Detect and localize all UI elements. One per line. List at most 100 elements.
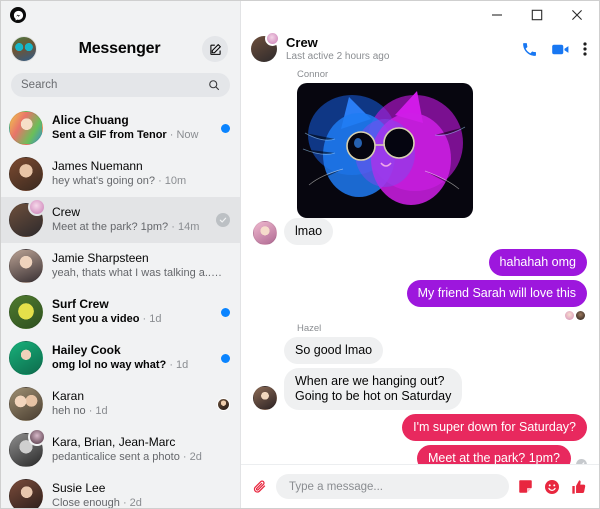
conversation-snippet: Meet at the park? 1pm? · 14m <box>52 220 210 235</box>
message-input[interactable]: Type a message... <box>276 474 509 499</box>
conversation-status <box>217 397 230 411</box>
conversation-avatar <box>9 249 43 283</box>
conversation-name: Alice Chuang <box>52 113 129 127</box>
message-bubble[interactable]: When are we hanging out? Going to be hot… <box>284 368 463 410</box>
conversation-status <box>221 353 230 363</box>
conversation-timestamp: · 2d <box>179 451 202 463</box>
like-button[interactable] <box>571 479 587 495</box>
message-sender-label: Hazel <box>297 323 322 334</box>
conversation-text: Alice Chuang Sent a GIF from Tenor · Now <box>52 113 215 143</box>
message-row: Meet at the park? 1pm? <box>253 445 587 464</box>
sticker-button[interactable] <box>518 479 533 494</box>
sticker-icon <box>519 480 532 493</box>
conversation-snippet: hey what's going on? · 10m <box>52 174 224 189</box>
neon-cat-photo <box>297 83 473 218</box>
conversation-item[interactable]: Hailey Cook omg lol no way what? · 1d <box>1 335 240 381</box>
conversation-item[interactable]: Susie Lee Close enough · 2d <box>1 473 240 508</box>
conversation-text: James Nuemann hey what's going on? · 10m <box>52 159 224 189</box>
message-bubble[interactable]: My friend Sarah will love this <box>406 280 587 307</box>
chat-status: Last active 2 hours ago <box>286 51 390 62</box>
conversation-item[interactable]: Karan heh no · 1d <box>1 381 240 427</box>
conversation-item[interactable]: Surf Crew Sent you a video · 1d <box>1 289 240 335</box>
conversation-text: Kara, Brian, Jean-Marc pedanticalice sent… <box>52 435 224 465</box>
chat-title-block: Crew Last active 2 hours ago <box>286 35 521 63</box>
conversation-timestamp: · 14m <box>168 221 200 233</box>
conversation-status <box>221 123 230 133</box>
conversation-text: Karan heh no · 1d <box>52 389 211 419</box>
snippet-text: Close enough <box>52 497 120 508</box>
conversation-timestamp: · 10m <box>155 175 187 187</box>
conversation-snippet: Sent a GIF from Tenor · Now <box>52 128 215 143</box>
message-row: My friend Sarah will love this <box>253 280 587 307</box>
chat-avatar <box>251 31 280 62</box>
message-avatar <box>253 221 277 245</box>
app-logo-bar <box>1 1 240 29</box>
sidebar-header: Messenger <box>1 29 240 69</box>
search-container: Search <box>1 69 240 105</box>
minimize-button[interactable] <box>477 2 517 28</box>
voice-call-button[interactable] <box>521 41 538 58</box>
thumbs-up-icon <box>572 479 586 494</box>
unread-dot-icon[interactable] <box>221 353 230 363</box>
chat-title: Crew <box>286 35 318 50</box>
video-call-button[interactable] <box>551 41 570 58</box>
message-bubble[interactable]: hahahah omg <box>488 249 587 276</box>
search-input[interactable]: Search <box>11 73 230 97</box>
conversation-timestamp: · Now <box>166 129 199 141</box>
message-bubble[interactable]: lmao <box>284 218 334 245</box>
conversation-name: Jamie Sharpsteen <box>52 251 149 265</box>
snippet-text: hey what's going on? <box>52 175 156 187</box>
seen-by-avatar <box>565 311 574 320</box>
attach-file-button[interactable] <box>252 479 267 495</box>
message-input-placeholder: Type a message... <box>289 480 383 493</box>
chat-options-button[interactable] <box>583 41 587 57</box>
conversation-item[interactable]: Crew Meet at the park? 1pm? · 14m <box>1 197 240 243</box>
conversation-avatar <box>9 295 43 329</box>
maximize-button[interactable] <box>517 2 557 28</box>
conversation-snippet: Close enough · 2d <box>52 496 224 508</box>
conversation-avatar <box>9 341 43 375</box>
conversation-name: Karan <box>52 389 85 403</box>
emoji-smiley-icon <box>545 479 559 494</box>
group-avatar-secondary <box>28 428 46 446</box>
emoji-button[interactable] <box>544 479 560 495</box>
message-row: lmao <box>253 218 587 245</box>
seen-by-avatar <box>217 397 230 411</box>
conversation-item[interactable]: Alice Chuang Sent a GIF from Tenor · Now <box>1 105 240 151</box>
conversation-name: Hailey Cook <box>52 343 121 357</box>
unread-dot-icon[interactable] <box>221 307 230 317</box>
compose-button[interactable] <box>202 36 228 62</box>
conversation-avatar <box>9 479 43 508</box>
message-bubble[interactable]: So good lmao <box>284 337 384 364</box>
message-row: When are we hanging out? Going to be hot… <box>253 368 587 410</box>
conversation-snippet: yeah, thats what I was talking a... · 4h <box>52 266 224 281</box>
conversation-name: Surf Crew <box>52 297 109 311</box>
delivered-check-icon <box>576 459 587 464</box>
message-row: So good lmao <box>253 337 587 364</box>
snippet-text: heh no <box>52 405 86 417</box>
message-thread[interactable]: Connor lmao hahahah omg My friend Sarah wil… <box>241 69 599 464</box>
user-avatar[interactable] <box>11 36 37 62</box>
message-image[interactable] <box>297 83 473 218</box>
close-button[interactable] <box>557 2 597 28</box>
conversation-item[interactable]: James Nuemann hey what's going on? · 10m <box>1 151 240 197</box>
conversation-list[interactable]: Alice Chuang Sent a GIF from Tenor · Now J… <box>1 105 240 508</box>
conversation-avatar <box>9 198 46 237</box>
snippet-text: Sent a GIF from Tenor <box>52 129 167 141</box>
conversation-item[interactable]: Kara, Brian, Jean-Marc pedanticalice sent… <box>1 427 240 473</box>
search-placeholder: Search <box>21 79 58 91</box>
seen-by-avatar <box>576 311 585 320</box>
conversation-timestamp: · 1d <box>166 359 189 371</box>
conversation-timestamp: · 1d <box>139 313 162 325</box>
conversation-text: Susie Lee Close enough · 2d <box>52 481 224 508</box>
phone-icon <box>523 42 536 56</box>
conversation-item[interactable]: Jamie Sharpsteen yeah, thats what I was t… <box>1 243 240 289</box>
minimize-icon <box>492 14 502 16</box>
unread-dot-icon[interactable] <box>221 123 230 133</box>
message-bubble[interactable]: I'm super down for Saturday? <box>402 414 587 441</box>
conversation-text: Crew Meet at the park? 1pm? · 14m <box>52 205 210 235</box>
conversation-timestamp: · 1d <box>85 405 108 417</box>
conversation-text: Hailey Cook omg lol no way what? · 1d <box>52 343 215 373</box>
messenger-logo-icon <box>10 7 26 23</box>
message-bubble[interactable]: Meet at the park? 1pm? <box>416 445 571 464</box>
